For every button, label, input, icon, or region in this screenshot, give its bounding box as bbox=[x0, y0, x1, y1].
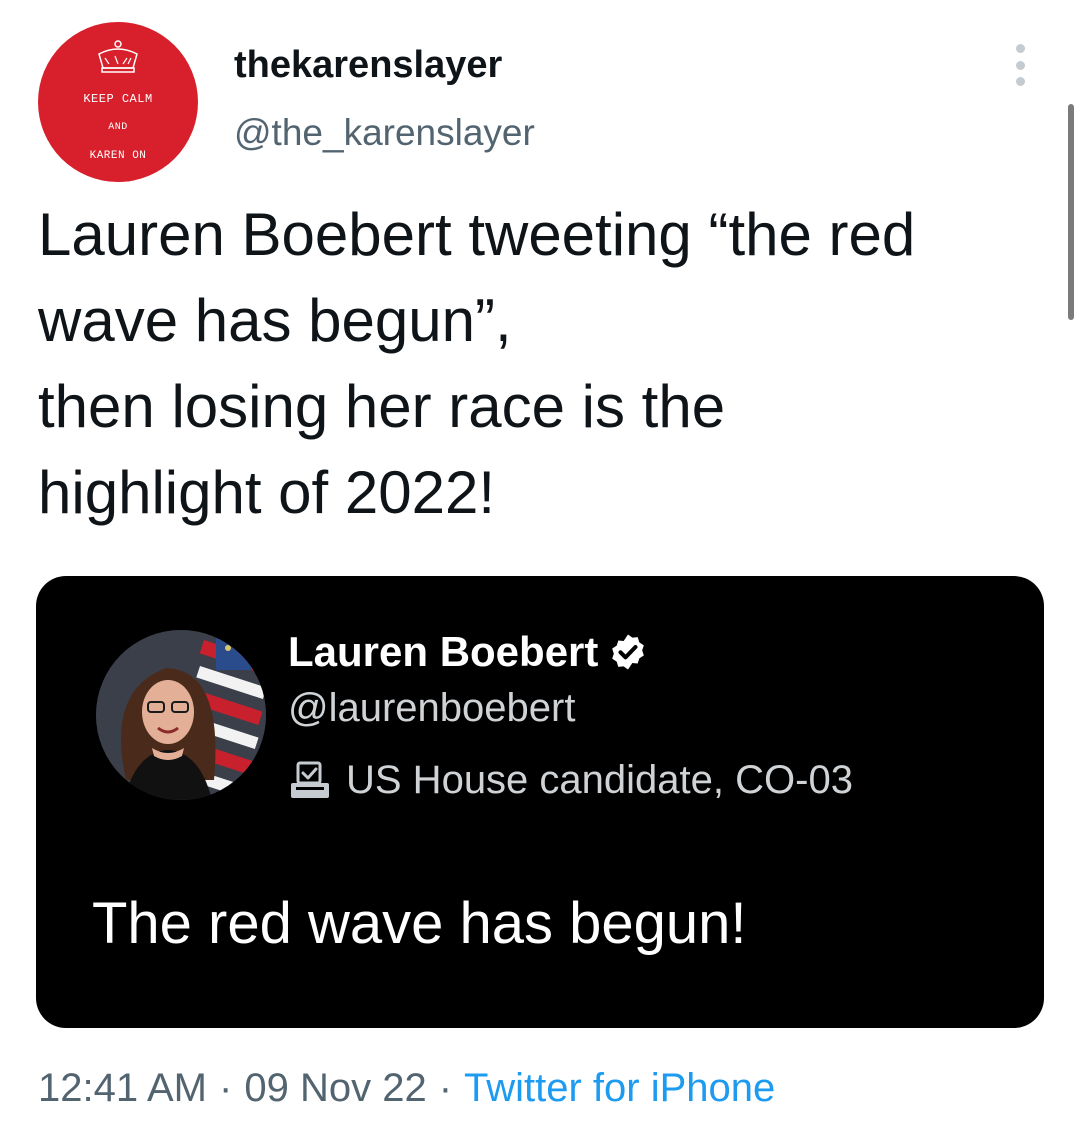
author-avatar[interactable]: KEEP CALM AND KAREN ON bbox=[38, 22, 198, 182]
more-options-button[interactable] bbox=[1008, 44, 1032, 86]
avatar-text-line: AND bbox=[108, 122, 128, 133]
media-candidate-label-text: US House candidate, CO-03 bbox=[346, 758, 853, 802]
tweet-text: Lauren Boebert tweeting “the red wave ha… bbox=[38, 192, 1048, 536]
author-display-name[interactable]: thekarenslayer bbox=[234, 44, 502, 87]
verified-badge-icon bbox=[612, 634, 645, 670]
more-dot-icon bbox=[1015, 44, 1025, 53]
ballot-box-icon bbox=[291, 761, 329, 798]
tweet-date[interactable]: 09 Nov 22 bbox=[244, 1066, 426, 1110]
media-author-name-text: Lauren Boebert bbox=[288, 628, 599, 675]
avatar-text-line: KAREN ON bbox=[89, 150, 147, 162]
meta-separator: · bbox=[219, 1066, 233, 1110]
tweet-media-image[interactable]: Lauren Boebert @laurenboebert US House c… bbox=[36, 576, 1044, 1028]
media-author-handle: @laurenboebert bbox=[288, 686, 576, 730]
tweet-detail: KEEP CALM AND KAREN ON thekarenslayer @t… bbox=[0, 0, 1076, 1136]
crown-icon bbox=[98, 40, 138, 73]
meta-separator: · bbox=[438, 1066, 453, 1110]
more-dot-icon bbox=[1015, 77, 1025, 86]
tweet-text-line: wave has begun”, bbox=[38, 287, 512, 354]
media-avatar bbox=[96, 630, 266, 800]
tweet-source-link[interactable]: Twitter for iPhone bbox=[464, 1066, 775, 1110]
author-handle[interactable]: @the_karenslayer bbox=[234, 112, 535, 154]
media-candidate-label: US House candidate, CO-03 bbox=[288, 758, 853, 803]
media-author-name: Lauren Boebert bbox=[288, 628, 648, 676]
avatar-text-line: KEEP CALM bbox=[83, 92, 153, 106]
scrollbar[interactable] bbox=[1068, 104, 1074, 320]
tweet-time[interactable]: 12:41 AM bbox=[38, 1066, 207, 1110]
more-dot-icon bbox=[1015, 60, 1025, 70]
tweet-text-line: highlight of 2022! bbox=[38, 459, 496, 526]
tweet-text-line: Lauren Boebert tweeting “the red bbox=[38, 201, 916, 268]
media-tweet-text: The red wave has begun! bbox=[92, 891, 747, 956]
tweet-meta: 12:41 AM · 09 Nov 22 · Twitter for iPhone bbox=[38, 1066, 775, 1111]
portrait-icon bbox=[96, 630, 266, 800]
tweet-text-line: then losing her race is the bbox=[38, 373, 726, 440]
